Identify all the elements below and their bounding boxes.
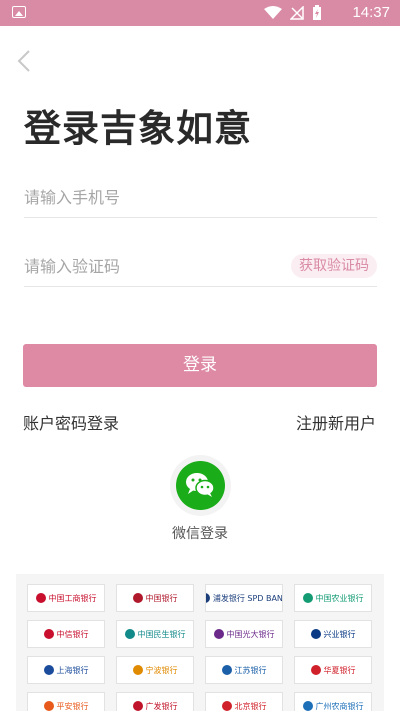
bank-name: 广州农商银行	[315, 701, 364, 711]
code-field: 获取验证码	[24, 247, 377, 287]
wifi-icon	[264, 6, 282, 19]
bank-name: 江苏银行	[234, 665, 267, 675]
status-bar: 14:37	[0, 0, 400, 26]
bank-emblem-icon	[221, 701, 232, 711]
bank-name: 中国农业银行	[315, 593, 364, 603]
get-code-button[interactable]: 获取验证码	[291, 254, 377, 278]
password-login-link[interactable]: 账户密码登录	[23, 410, 119, 434]
bank-logo: 兴业银行	[294, 620, 372, 648]
wechat-icon	[186, 473, 215, 497]
bank-name: 平安银行	[56, 701, 89, 711]
bank-name: 浦发银行 SPD BANK	[212, 593, 283, 603]
bank-emblem-icon	[43, 629, 54, 639]
bank-name: 中国工商银行	[48, 593, 97, 603]
status-time: 14:37	[352, 4, 390, 21]
phone-input[interactable]	[24, 178, 264, 216]
bank-logos-panel: 中国工商银行 中国银行 浦发银行 SPD BANK 中国农业银行中信银行 中国民生银行 中…	[16, 574, 384, 711]
bank-logo: 华夏银行	[294, 656, 372, 684]
bank-emblem-icon	[302, 593, 313, 603]
bank-logo: 北京银行	[205, 692, 283, 711]
bank-emblem-icon	[206, 593, 210, 603]
bank-logo: 中信银行	[27, 620, 105, 648]
bank-logo: 上海银行	[27, 656, 105, 684]
bank-emblem-icon	[310, 629, 321, 639]
bank-emblem-icon	[310, 665, 321, 675]
bank-name: 中国光大银行	[226, 629, 275, 639]
bank-logo: 中国农业银行	[294, 584, 372, 612]
bank-name: 上海银行	[56, 665, 89, 675]
register-link[interactable]: 注册新用户	[296, 410, 376, 434]
bank-name: 北京银行	[234, 701, 267, 711]
login-button[interactable]: 登录	[23, 344, 377, 387]
bank-name: 中信银行	[56, 629, 89, 639]
bank-logo: 江苏银行	[205, 656, 283, 684]
bank-name: 广发银行	[145, 701, 178, 711]
wechat-login-button[interactable]	[170, 455, 231, 516]
bank-logo: 宁波银行	[116, 656, 194, 684]
bank-logo: 中国民生银行	[116, 620, 194, 648]
code-input[interactable]	[24, 247, 264, 285]
battery-charging-icon	[313, 5, 321, 20]
bank-logo: 中国光大银行	[205, 620, 283, 648]
bank-logo: 浦发银行 SPD BANK	[205, 584, 283, 612]
page-title: 登录吉象如意	[24, 107, 252, 150]
wechat-login-label: 微信登录	[172, 526, 228, 542]
bank-logo: 广州农商银行	[294, 692, 372, 711]
bank-emblem-icon	[221, 665, 232, 675]
bank-emblem-icon	[302, 701, 313, 711]
bank-name: 中国民生银行	[137, 629, 186, 639]
bank-emblem-icon	[132, 665, 143, 675]
bank-logo: 中国工商银行	[27, 584, 105, 612]
status-icons	[264, 5, 322, 21]
bank-name: 中国银行	[145, 593, 178, 603]
bank-emblem-icon	[213, 629, 224, 639]
bank-emblem-icon	[43, 665, 54, 675]
gallery-notification-icon	[12, 6, 26, 18]
bank-name: 华夏银行	[323, 665, 356, 675]
no-signal-icon	[290, 6, 304, 20]
bank-name: 兴业银行	[323, 629, 356, 639]
bank-logo: 广发银行	[116, 692, 194, 711]
phone-field	[24, 178, 377, 218]
bank-emblem-icon	[43, 701, 54, 711]
bank-emblem-icon	[124, 629, 135, 639]
bank-emblem-icon	[132, 701, 143, 711]
wechat-icon-bg	[176, 461, 225, 510]
bank-logo: 平安银行	[27, 692, 105, 711]
bank-name: 宁波银行	[145, 665, 178, 675]
bank-logo: 中国银行	[116, 584, 194, 612]
back-button[interactable]	[14, 48, 36, 74]
bank-emblem-icon	[35, 593, 46, 603]
chevron-left-icon	[17, 50, 30, 72]
bank-emblem-icon	[132, 593, 143, 603]
